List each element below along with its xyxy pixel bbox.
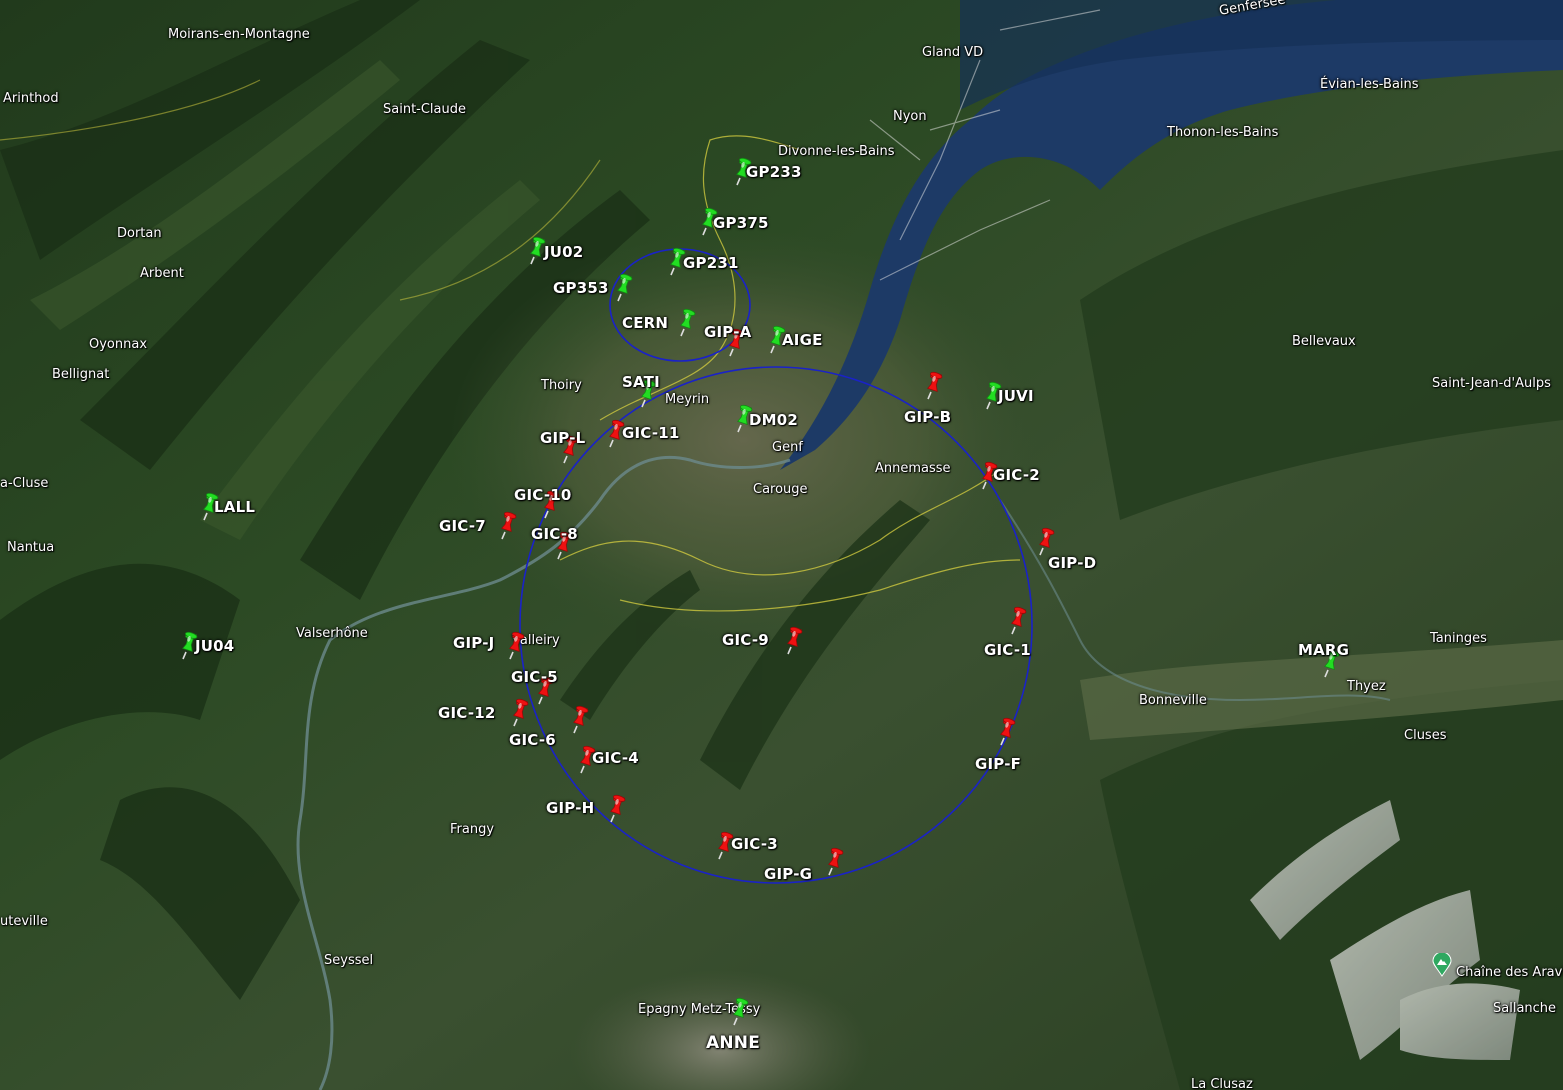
place-thoiry: Thoiry bbox=[541, 378, 582, 393]
place-bellevaux: Bellevaux bbox=[1292, 334, 1356, 349]
pushpin-icon-gip-d[interactable] bbox=[1035, 526, 1061, 556]
pushpin-icon-gic-7[interactable] bbox=[497, 510, 523, 540]
pin-label-ju02[interactable]: JU02 bbox=[544, 243, 583, 261]
pin-label-gic-3[interactable]: GIC-3 bbox=[731, 835, 778, 853]
pushpin-icon-gic-12[interactable] bbox=[509, 697, 535, 727]
place-gland: Gland VD bbox=[922, 45, 984, 60]
place-cluses: Cluses bbox=[1404, 728, 1447, 743]
pin-label-gic-1[interactable]: GIC-1 bbox=[984, 641, 1031, 659]
pushpin-icon-gp353[interactable] bbox=[613, 272, 639, 302]
mountain-peak-icon bbox=[1432, 953, 1452, 977]
pin-label-ju04[interactable]: JU04 bbox=[195, 637, 234, 655]
pin-label-gip-h[interactable]: GIP-H bbox=[546, 799, 594, 817]
pin-label-gip-f[interactable]: GIP-F bbox=[975, 755, 1021, 773]
pin-label-marg[interactable]: MARG bbox=[1298, 641, 1349, 659]
pushpin-icon-gip-j[interactable] bbox=[505, 630, 531, 660]
place-annemasse: Annemasse bbox=[875, 461, 951, 476]
place-nantua: Nantua bbox=[7, 540, 55, 555]
place-arbent: Arbent bbox=[140, 266, 184, 281]
place-uteville: uteville bbox=[0, 914, 48, 929]
pin-label-gip-b[interactable]: GIP-B bbox=[904, 408, 951, 426]
pin-label-gic-10[interactable]: GIC-10 bbox=[514, 486, 572, 504]
place-taninges: Taninges bbox=[1430, 631, 1487, 646]
place-thonon: Thonon-les-Bains bbox=[1167, 125, 1279, 140]
pushpin-icon-gic-6[interactable] bbox=[569, 704, 595, 734]
pin-label-gp231[interactable]: GP231 bbox=[683, 254, 739, 272]
place-divonne: Divonne-les-Bains bbox=[778, 144, 895, 159]
pin-label-gic-6[interactable]: GIC-6 bbox=[509, 731, 556, 749]
pin-label-gic-11[interactable]: GIC-11 bbox=[622, 424, 680, 442]
satellite-map[interactable]: Genfersee Moirans-en-Montagne Gland VD A… bbox=[0, 0, 1563, 1090]
pushpin-icon-cern[interactable] bbox=[676, 307, 702, 337]
pin-label-gic-5[interactable]: GIC-5 bbox=[511, 668, 558, 686]
pushpin-icon-gip-f[interactable] bbox=[996, 716, 1022, 746]
place-thyez: Thyez bbox=[1347, 679, 1386, 694]
pushpin-icon-anne[interactable] bbox=[729, 996, 755, 1026]
place-saint-claude: Saint-Claude bbox=[383, 102, 467, 117]
place-moirans: Moirans-en-Montagne bbox=[168, 27, 310, 42]
place-seyssel: Seyssel bbox=[324, 953, 374, 968]
place-saint-jean: Saint-Jean-d'Aulps bbox=[1432, 376, 1551, 391]
place-oyonnax: Oyonnax bbox=[89, 337, 148, 352]
place-meyrin: Meyrin bbox=[665, 392, 710, 407]
place-arinthod: Arinthod bbox=[3, 91, 59, 106]
place-bonneville: Bonneville bbox=[1139, 693, 1207, 708]
pin-label-gic-8[interactable]: GIC-8 bbox=[531, 525, 578, 543]
pin-label-gic-7[interactable]: GIC-7 bbox=[439, 517, 486, 535]
pin-label-gp353[interactable]: GP353 bbox=[553, 279, 609, 297]
pin-label-gic-9[interactable]: GIC-9 bbox=[722, 631, 769, 649]
pin-label-gip-j[interactable]: GIP-J bbox=[453, 634, 494, 652]
place-aravis: Chaîne des Aravis bbox=[1456, 965, 1563, 980]
pin-label-gip-g[interactable]: GIP-G bbox=[764, 865, 812, 883]
place-frangy: Frangy bbox=[450, 822, 495, 837]
pin-label-anne[interactable]: ANNE bbox=[706, 1033, 760, 1053]
pin-label-gp233[interactable]: GP233 bbox=[746, 163, 802, 181]
pin-label-gip-a[interactable]: GIP-A bbox=[704, 323, 751, 341]
place-cluse: a-Cluse bbox=[0, 476, 49, 491]
pin-label-gic-2[interactable]: GIC-2 bbox=[993, 466, 1040, 484]
pin-label-gip-l[interactable]: GIP-L bbox=[540, 429, 585, 447]
pin-label-gp375[interactable]: GP375 bbox=[713, 214, 769, 232]
pushpin-icon-gip-h[interactable] bbox=[606, 793, 632, 823]
place-clusaz: La Clusaz bbox=[1191, 1077, 1253, 1090]
pushpin-icon-gic-1[interactable] bbox=[1007, 605, 1033, 635]
pin-label-sati[interactable]: SATI bbox=[622, 373, 660, 391]
place-carouge: Carouge bbox=[753, 482, 808, 497]
place-valserhone: Valserhône bbox=[296, 626, 368, 641]
place-dortan: Dortan bbox=[117, 226, 162, 241]
place-nyon: Nyon bbox=[893, 109, 927, 124]
pushpin-icon-gip-g[interactable] bbox=[824, 846, 850, 876]
place-evian: Évian-les-Bains bbox=[1320, 77, 1419, 92]
pin-label-gip-d[interactable]: GIP-D bbox=[1048, 554, 1096, 572]
pin-label-lall[interactable]: LALL bbox=[214, 498, 255, 516]
pin-label-aige[interactable]: AIGE bbox=[782, 331, 823, 349]
pin-label-gic-4[interactable]: GIC-4 bbox=[592, 749, 639, 767]
pushpin-icon-gic-9[interactable] bbox=[783, 625, 809, 655]
place-bellignat: Bellignat bbox=[52, 367, 110, 382]
pin-label-dm02[interactable]: DM02 bbox=[749, 411, 798, 429]
pin-label-gic-12[interactable]: GIC-12 bbox=[438, 704, 496, 722]
pin-label-cern[interactable]: CERN bbox=[622, 314, 668, 332]
place-sallanche: Sallanche bbox=[1493, 1001, 1557, 1016]
pin-label-juvi[interactable]: JUVI bbox=[998, 387, 1034, 405]
place-genf: Genf bbox=[772, 440, 803, 455]
pushpin-icon-gip-b[interactable] bbox=[923, 370, 949, 400]
